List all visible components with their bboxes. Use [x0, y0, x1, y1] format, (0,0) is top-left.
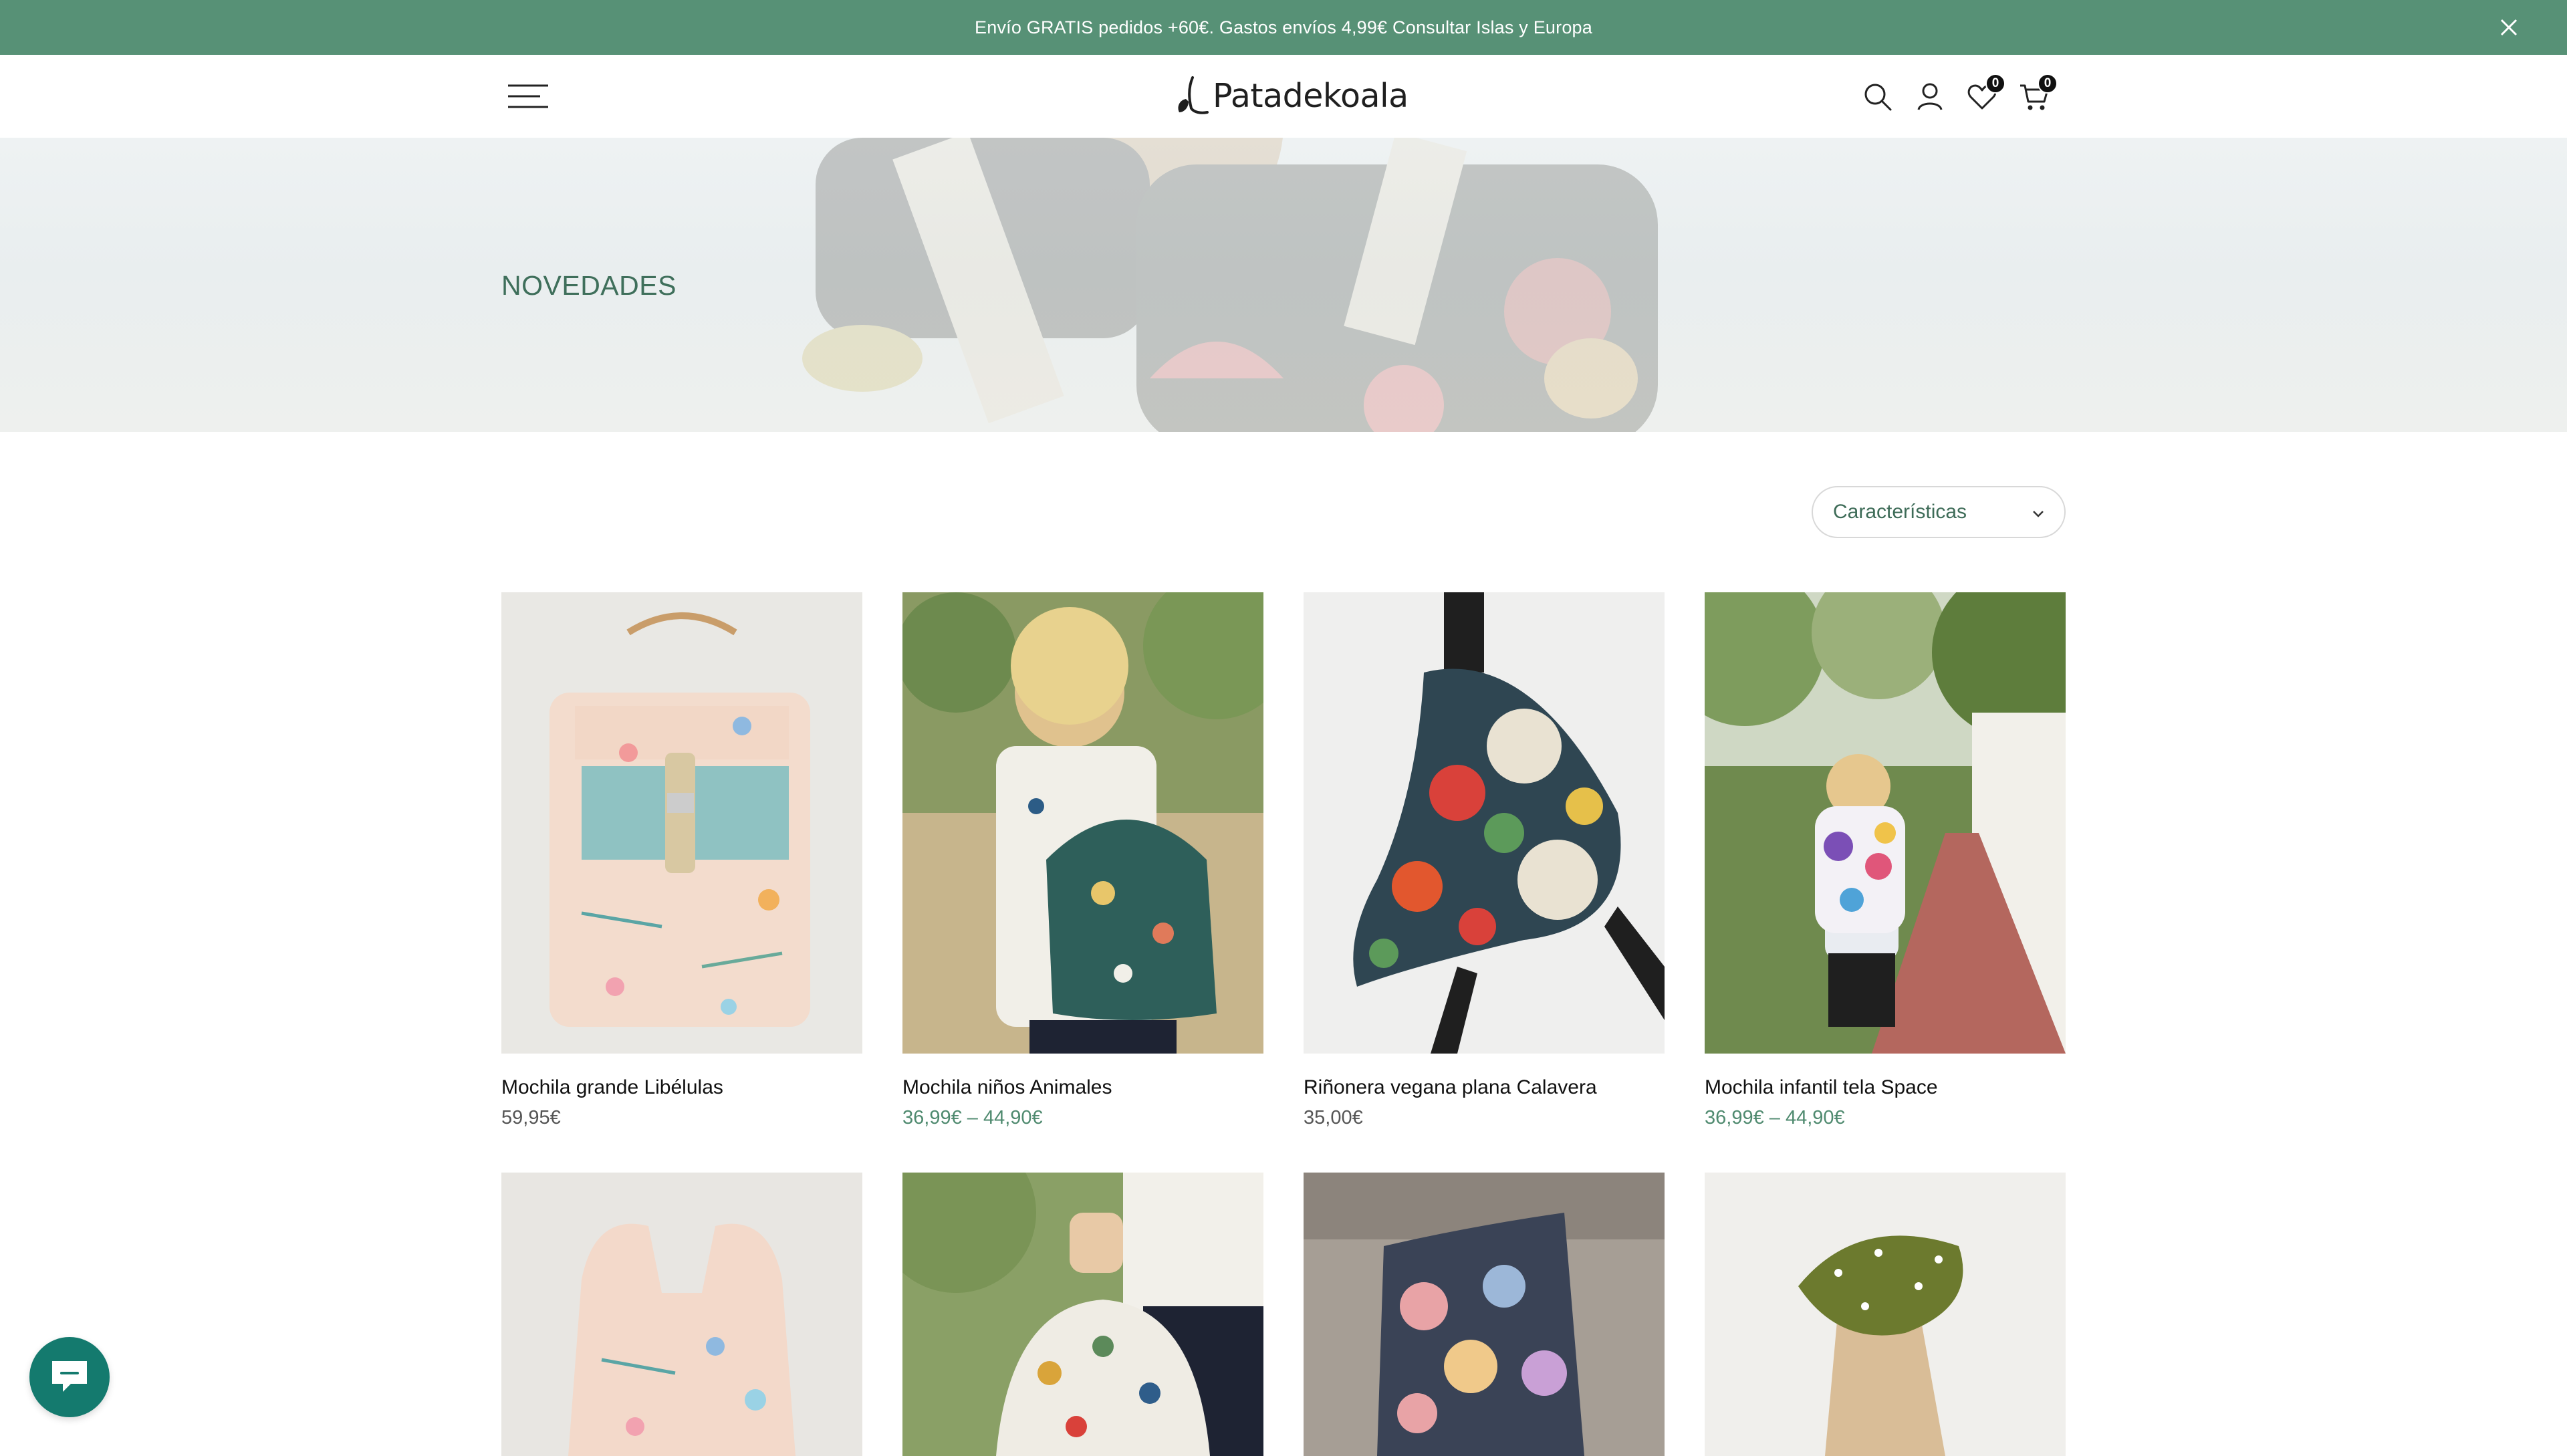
- chat-bubble-icon: [52, 1361, 87, 1392]
- product-title[interactable]: Riñonera vegana plana Calavera: [1304, 1076, 1665, 1099]
- product-image[interactable]: [902, 592, 1263, 1054]
- product-card: Riñonera vegana plana Calavera 35,00€: [1304, 592, 1665, 1129]
- product-title[interactable]: Mochila infantil tela Space: [1705, 1076, 2066, 1099]
- brand-name: Patadekoala: [1213, 76, 1409, 115]
- product-image[interactable]: [902, 1173, 1263, 1456]
- koala-leaf-logo-icon: [1178, 76, 1209, 114]
- product-card: Mochila infantil tela Space 36,99€ – 44,…: [1705, 592, 2066, 1129]
- product-image[interactable]: [501, 592, 862, 1054]
- hero-background-image: [802, 138, 1658, 432]
- product-card: Mochila grande Libélulas 59,95€: [501, 592, 862, 1129]
- cart-count-badge: 0: [2038, 74, 2058, 94]
- product-price: 36,99€ – 44,90€: [902, 1107, 1043, 1128]
- announcement-bar: Envío GRATIS pedidos +60€. Gastos envíos…: [0, 0, 2567, 55]
- product-image[interactable]: [1304, 592, 1665, 1054]
- wishlist-button[interactable]: 0: [1965, 74, 2005, 114]
- close-icon[interactable]: [2495, 13, 2523, 41]
- sort-selected-value: Características: [1833, 501, 1967, 523]
- chat-widget-button[interactable]: [29, 1337, 110, 1417]
- account-icon[interactable]: [1913, 80, 1947, 114]
- product-price: 36,99€ – 44,90€: [1705, 1107, 1845, 1128]
- chevron-down-icon: [2033, 511, 2044, 517]
- site-logo[interactable]: Patadekoala: [1174, 74, 1409, 118]
- product-card: Mochila niños Animales 36,99€ – 44,90€: [902, 592, 1263, 1129]
- menu-icon[interactable]: [507, 82, 549, 111]
- product-title[interactable]: Mochila grande Libélulas: [501, 1076, 862, 1099]
- announcement-text: Envío GRATIS pedidos +60€. Gastos envíos…: [975, 17, 1592, 37]
- product-image[interactable]: [501, 1173, 862, 1456]
- product-image[interactable]: [1705, 1173, 2066, 1456]
- product-price: 59,95€: [501, 1107, 561, 1128]
- product-image[interactable]: [1705, 592, 2066, 1054]
- product-title[interactable]: Mochila niños Animales: [902, 1076, 1263, 1099]
- search-icon[interactable]: [1861, 80, 1894, 114]
- cart-button[interactable]: 0: [2018, 74, 2058, 114]
- collection-hero: NOVEDADES: [0, 138, 2567, 432]
- sort-dropdown[interactable]: Características: [1812, 486, 2066, 538]
- product-price: 35,00€: [1304, 1107, 1363, 1128]
- product-image[interactable]: [1304, 1173, 1665, 1456]
- wishlist-count-badge: 0: [1985, 74, 2005, 94]
- page-title: NOVEDADES: [501, 270, 677, 301]
- site-header: Patadekoala 0 0: [0, 55, 2567, 138]
